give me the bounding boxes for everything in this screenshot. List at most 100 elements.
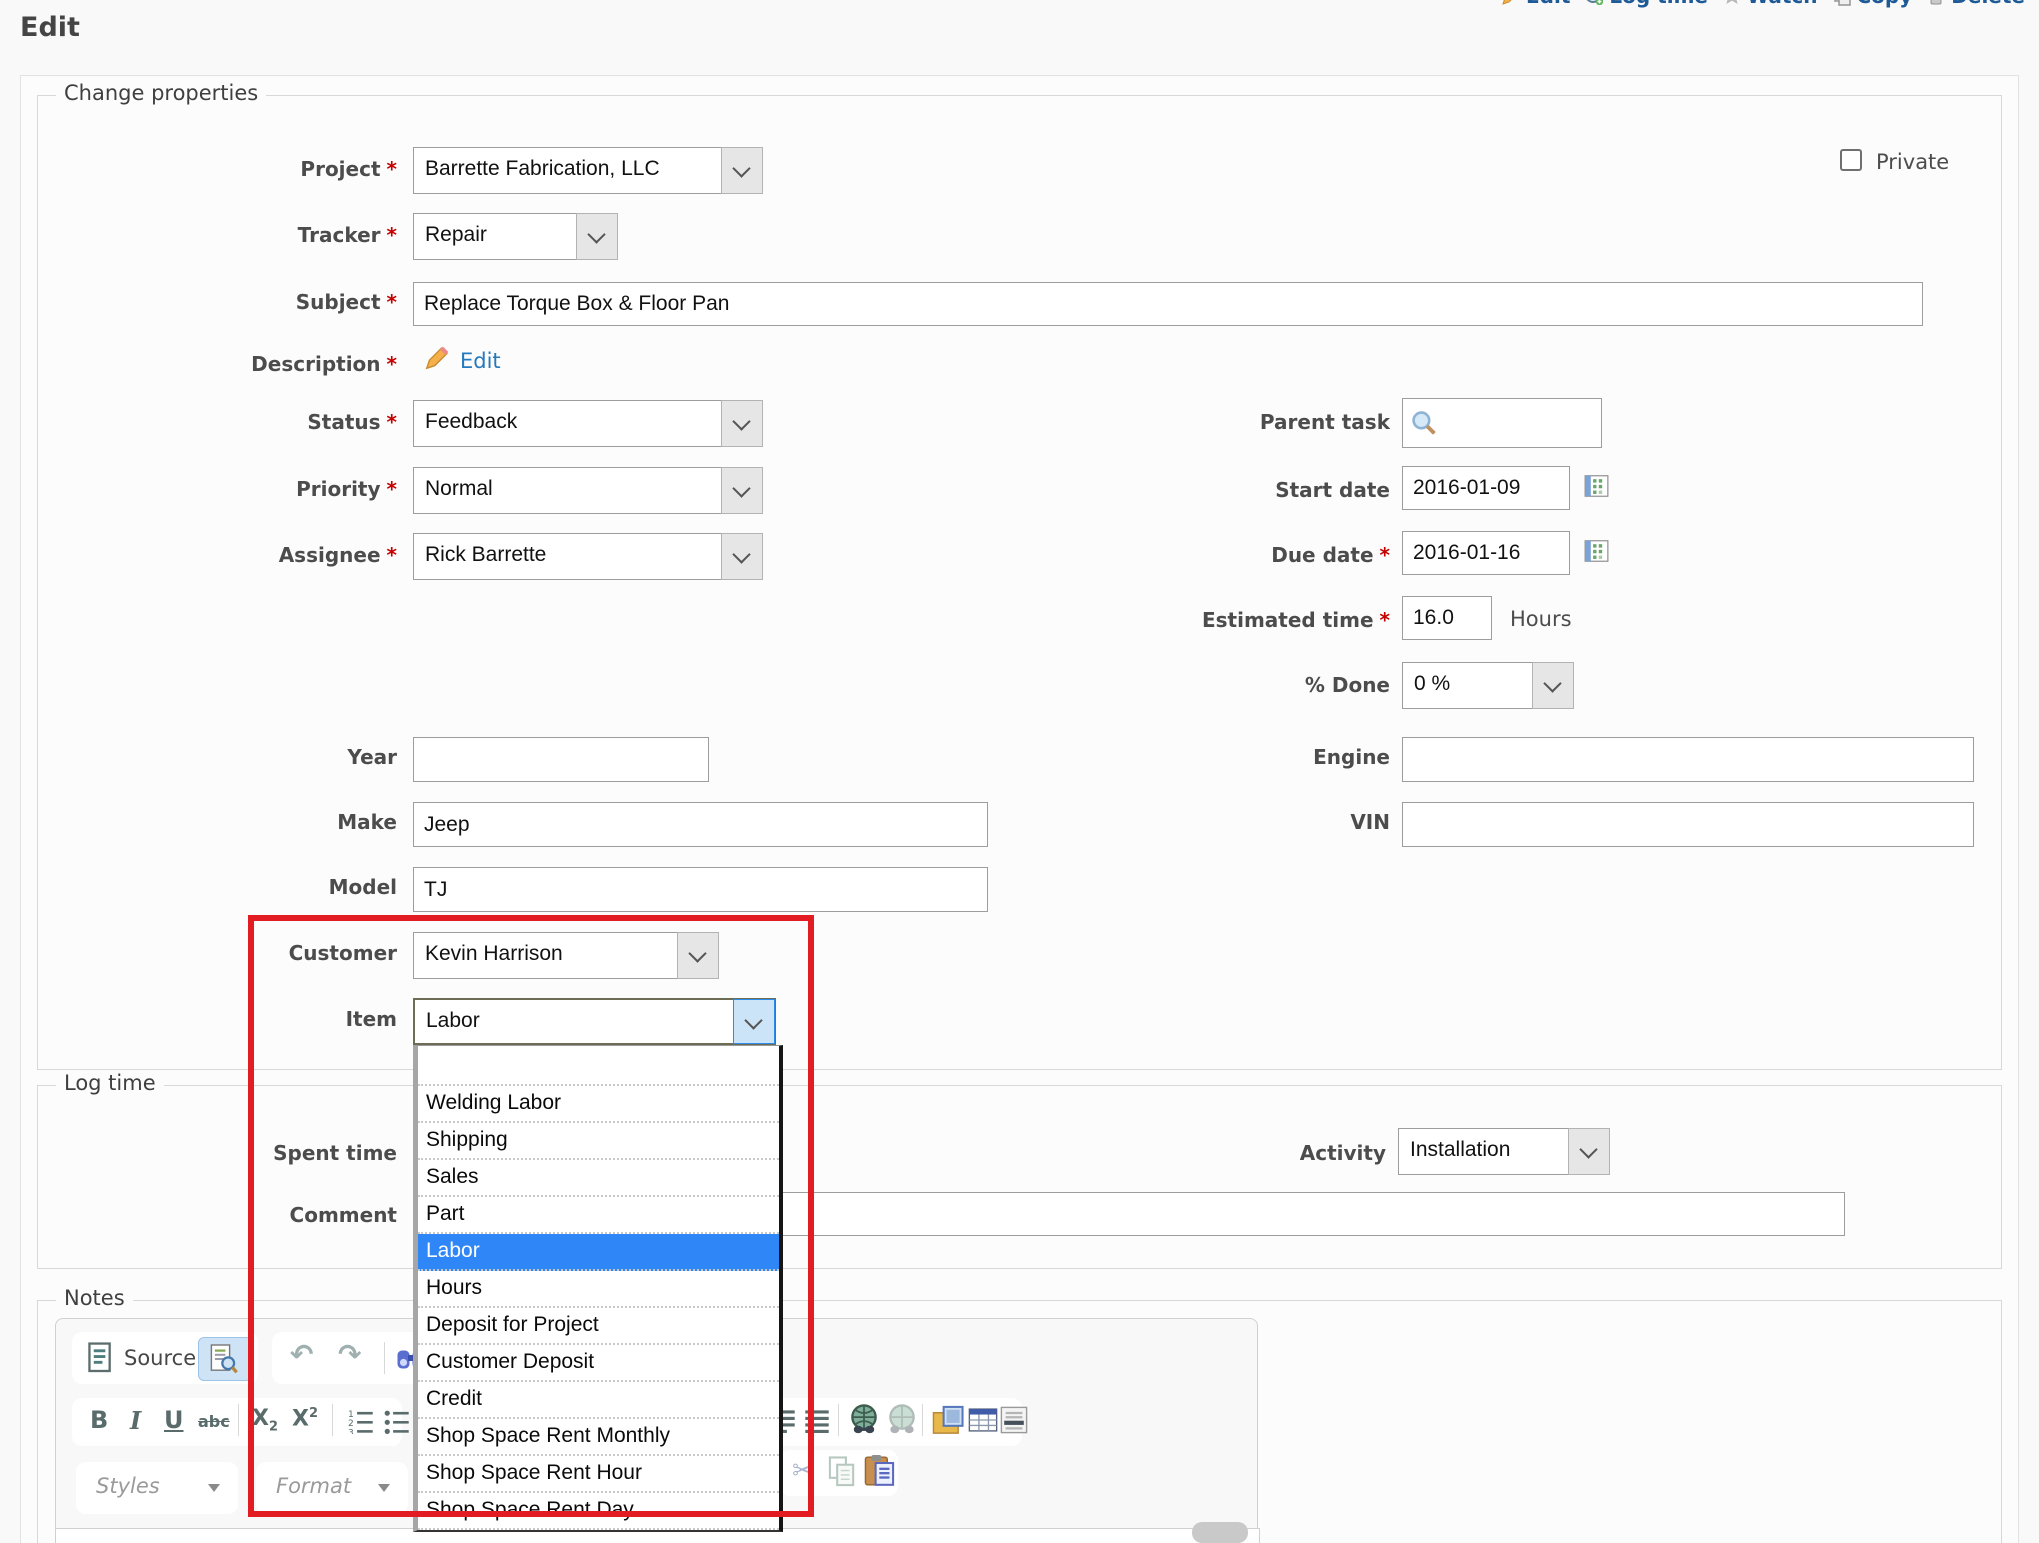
parent-task-label: Parent task (890, 410, 1390, 434)
project-select[interactable]: Barrette Fabrication, LLC (413, 147, 763, 194)
item-option[interactable]: Credit (418, 1382, 779, 1419)
engine-label: Engine (890, 745, 1390, 769)
fieldset-legend: Change properties (56, 81, 266, 105)
status-select[interactable]: Feedback (413, 400, 763, 447)
make-label: Make (37, 810, 397, 834)
item-option[interactable]: Shipping (418, 1123, 779, 1160)
model-input[interactable] (413, 867, 988, 912)
copy-link[interactable]: Copy (1832, 0, 1913, 8)
tracker-label: Tracker* (37, 223, 397, 247)
log-time-fieldset: Log time (37, 1085, 2002, 1269)
chevron-down-icon[interactable] (721, 147, 763, 194)
unlink-icon[interactable] (886, 1404, 918, 1436)
activity-select[interactable]: Installation (1398, 1128, 1610, 1175)
paste-icon[interactable] (864, 1454, 896, 1488)
calendar-icon[interactable] (1584, 474, 1609, 498)
comment-label: Comment (37, 1203, 397, 1227)
underline-button[interactable]: U (164, 1406, 184, 1434)
start-date-label: Start date (890, 478, 1390, 502)
numbered-list-icon[interactable]: 123 (348, 1408, 374, 1434)
chevron-down-icon (378, 1484, 390, 1492)
assignee-select[interactable]: Rick Barrette (413, 533, 763, 580)
log-time-link[interactable]: Log time (1584, 0, 1708, 8)
item-option[interactable]: Customer Deposit (418, 1345, 779, 1382)
item-select[interactable]: Labor (413, 998, 776, 1045)
fieldset-legend: Notes (56, 1286, 133, 1310)
watch-link[interactable]: Watch (1722, 0, 1818, 8)
edit-link[interactable]: Edit (1501, 0, 1570, 8)
chevron-down-icon[interactable] (1532, 662, 1574, 709)
item-option-selected[interactable]: Labor (418, 1234, 779, 1271)
engine-input[interactable] (1402, 737, 1974, 782)
start-date-input[interactable] (1402, 466, 1570, 510)
chevron-down-icon[interactable] (721, 533, 763, 580)
bullet-list-icon[interactable] (384, 1408, 410, 1434)
customer-select[interactable]: Kevin Harrison (413, 932, 719, 979)
styles-dropdown[interactable]: Styles (76, 1462, 238, 1514)
cut-icon[interactable]: ✂ (792, 1456, 814, 1486)
tracker-select[interactable]: Repair (413, 213, 618, 260)
year-input[interactable] (413, 737, 709, 782)
estimated-time-input[interactable] (1402, 596, 1492, 640)
item-option[interactable]: Shop Space Rent Day (418, 1493, 779, 1530)
page-title: Edit (20, 12, 80, 43)
item-option[interactable]: Deposit for Project (418, 1308, 779, 1345)
editor-scrollbar-thumb[interactable] (1192, 1522, 1248, 1543)
item-option[interactable]: Hours (418, 1271, 779, 1308)
redo-icon[interactable]: ↷ (338, 1338, 361, 1371)
customer-label: Customer (37, 941, 397, 965)
trash-icon (1926, 0, 1946, 6)
link-icon[interactable] (848, 1404, 880, 1436)
chevron-down-icon[interactable] (721, 400, 763, 447)
horizontal-rule-icon[interactable] (1000, 1406, 1028, 1434)
percent-done-label: % Done (890, 673, 1390, 697)
bold-button[interactable]: B (90, 1406, 108, 1434)
chevron-down-icon[interactable] (677, 932, 719, 979)
model-label: Model (37, 875, 397, 899)
copy-doc-icon[interactable] (828, 1456, 858, 1488)
image-icon[interactable] (932, 1404, 964, 1436)
delete-link[interactable]: Delete (1926, 0, 2025, 8)
parent-task-input[interactable] (1402, 398, 1602, 448)
item-option[interactable]: Shop Space Rent Monthly (418, 1419, 779, 1456)
strikethrough-button[interactable]: abc (198, 1412, 230, 1431)
subscript-button[interactable]: X2 (252, 1406, 278, 1434)
svg-text:3: 3 (348, 1428, 354, 1434)
due-date-input[interactable] (1402, 531, 1570, 575)
calendar-icon[interactable] (1584, 539, 1609, 563)
item-option[interactable]: Sales (418, 1160, 779, 1197)
private-checkbox[interactable] (1840, 149, 1862, 171)
source-button[interactable]: Source (124, 1346, 196, 1370)
item-label: Item (37, 1007, 397, 1031)
item-option[interactable]: Part (418, 1197, 779, 1234)
description-edit-link[interactable]: Edit (460, 349, 501, 373)
format-dropdown[interactable]: Format (256, 1462, 408, 1514)
spent-time-label: Spent time (37, 1141, 397, 1165)
item-option[interactable]: Shop Space Rent Hour (418, 1456, 779, 1493)
year-label: Year (37, 745, 397, 769)
estimated-time-label: Estimated time* (890, 608, 1390, 632)
percent-done-select[interactable]: 0 % (1402, 662, 1574, 709)
private-label: Private (1876, 150, 1949, 174)
pencil-icon (1501, 0, 1521, 6)
estimated-time-unit: Hours (1510, 607, 1572, 631)
priority-select[interactable]: Normal (413, 467, 763, 514)
status-label: Status* (37, 410, 397, 434)
italic-button[interactable]: I (130, 1406, 141, 1435)
superscript-button[interactable]: X2 (292, 1406, 318, 1431)
assignee-label: Assignee* (37, 543, 397, 567)
chevron-down-icon[interactable] (576, 213, 618, 260)
div-container-icon[interactable] (804, 1408, 830, 1434)
vin-input[interactable] (1402, 802, 1974, 847)
chevron-down-icon[interactable] (721, 467, 763, 514)
item-option[interactable] (418, 1046, 779, 1086)
undo-icon[interactable]: ↶ (290, 1338, 313, 1371)
copy-icon (1832, 0, 1852, 6)
subject-input[interactable] (413, 282, 1923, 326)
templates-button[interactable] (198, 1337, 252, 1381)
chevron-down-icon[interactable] (733, 999, 775, 1044)
item-option[interactable]: Welding Labor (418, 1086, 779, 1123)
context-toolbar: Edit Log time Watch Copy Delete (1501, 0, 2025, 8)
chevron-down-icon[interactable] (1568, 1128, 1610, 1175)
table-icon[interactable] (968, 1406, 998, 1434)
